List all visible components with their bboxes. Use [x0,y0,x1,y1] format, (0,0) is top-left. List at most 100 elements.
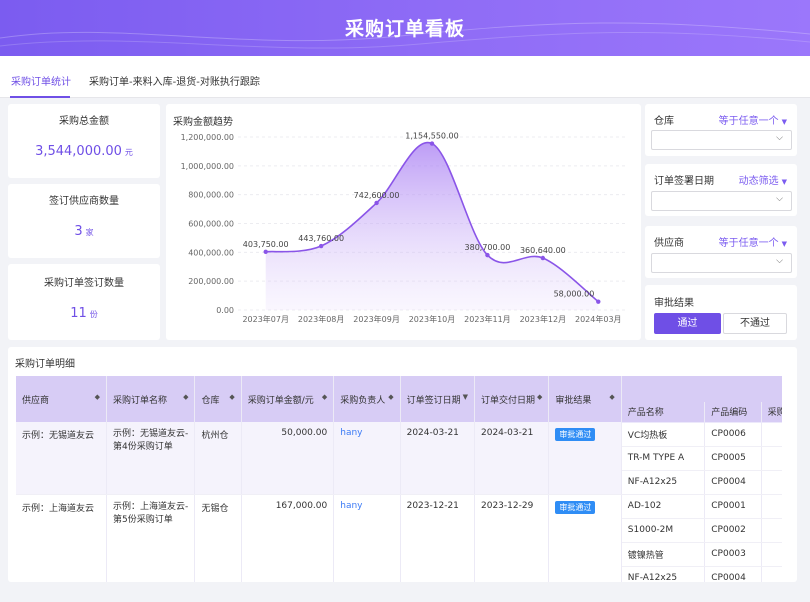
header-supplier[interactable]: 供应商 ◆ [16,376,107,422]
warehouse-select[interactable]: ⌵ [651,130,792,150]
data-point [374,200,379,206]
cell-owner: hany [333,494,401,582]
chevron-down-icon: ⌵ [776,194,783,204]
trend-chart: 0.00 200,000.00 400,000.00 600,000.00 800,00… [181,132,626,324]
sort-icon: ◆ [537,392,543,401]
cell-purchase-extra [761,470,782,495]
filter-warehouse: 仓库 等于任意一个 ▼ ⌵ [645,104,797,156]
header-label: 采购订单名称 [113,395,168,406]
cell-delivery-date: 2024-03-21 [474,422,550,495]
x-tick-label: 2024年03月 [575,314,622,324]
kpi-label: 采购订单签订数量 [44,278,124,289]
cell-product-code: CP0004 [704,470,762,495]
cell-product-code: CP0004 [704,566,762,582]
kpi-unit: 份 [89,310,98,319]
data-point [540,255,546,261]
kpi-card-total-amount: 采购总金额 3,544,000.00 元 [8,104,160,178]
kpi-label: 采购总金额 [59,116,109,127]
kpi-label: 签订供应商数量 [49,196,119,207]
kpi-value: 11 份 [8,306,160,321]
tab-execution-tracking[interactable]: 采购订单-来料入库-退货-对账执行跟踪 [89,73,260,88]
owner-link[interactable]: hany [340,428,362,438]
x-tick-label: 2023年08月 [298,314,345,324]
trend-area [265,142,599,310]
data-point [596,299,601,304]
sign-date-select[interactable]: ⌵ [651,191,792,211]
x-tick-label: 2023年07月 [242,314,289,324]
header-label: 审批结果 [555,395,592,406]
kpi-number: 3,544,000.00 [35,144,122,159]
kpi-card-supplier-count: 签订供应商数量 3家 [8,184,160,258]
filter-operator-dropdown[interactable]: 动态筛选 ▼ [739,172,787,187]
sort-icon: ◆ [609,392,615,401]
data-point [318,243,324,249]
filter-label: 仓库 [654,116,674,127]
y-tick-label: 400,000.00 [188,248,234,257]
header-label: 采购负责人 [340,395,386,406]
active-tab-indicator [10,96,70,98]
header-label: 订单签订日期 [406,395,461,406]
x-tick-label: 2023年10月 [409,314,456,324]
data-label: 443,760.00 [298,234,344,243]
filter-operator-dropdown[interactable]: 等于任意一个 ▼ [719,234,787,249]
caret-down-icon: ▼ [781,178,787,186]
header-label: 供应商 [22,395,50,406]
header-amount[interactable]: 采购订单金额/元 ◆ [241,376,335,422]
y-tick-label: 1,000,000.00 [181,162,234,171]
header-owner[interactable]: 采购负责人 ◆ [333,376,401,422]
cell-sign-date: 2024-03-21 [400,422,476,495]
cell-product-code: CP0002 [704,518,762,543]
y-tick-label: 200,000.00 [188,277,234,286]
cell-product-name: AD-102 [621,494,706,519]
approval-pass-button[interactable]: 通过 [654,313,721,334]
data-label: 360,640.00 [520,246,566,255]
filter-operator-dropdown[interactable]: 等于任意一个 ▼ [719,112,787,127]
supplier-select[interactable]: ⌵ [651,253,792,273]
cell-purchase-extra [761,518,782,543]
detail-title: 采购订单明细 [15,359,75,370]
tab-purchase-stats[interactable]: 采购订单统计 [11,73,71,88]
cell-supplier: 示例：无锡道友云 [16,422,107,495]
page-title: 采购订单看板 [344,18,465,40]
cell-delivery-date: 2023-12-29 [474,494,550,582]
filter-operator-text: 等于任意一个 [718,238,779,249]
header-order-name[interactable]: 采购订单名称 ◆ [106,376,196,422]
cell-purchase-extra [761,566,782,582]
status-badge: 审批通过 [555,428,596,441]
owner-link[interactable]: hany [340,501,362,511]
header-warehouse[interactable]: 仓库 ◆ [194,376,242,422]
cell-product-name: VC均热板 [621,422,706,447]
y-tick-label: 600,000.00 [188,220,234,229]
x-tick-label: 2023年12月 [520,314,567,324]
sort-icon: ◆ [388,392,394,401]
cell-product-code: CP0006 [704,422,762,447]
header-label: 订单交付日期 [481,395,536,406]
data-label: 1,154,550.00 [405,132,458,141]
caret-down-icon: ▼ [781,240,787,248]
header-delivery-date[interactable]: 订单交付日期 ◆ [474,376,550,422]
cell-product-code: CP0005 [704,446,762,471]
approval-fail-button[interactable]: 不通过 [723,313,787,334]
header-product-name: 产品名称 [621,402,706,423]
sort-icon: ◆ [183,392,189,401]
filter-operator-text: 等于任意一个 [718,116,779,127]
cell-order-name: 示例：无锡道友云-第4份采购订单 [106,422,196,495]
filter-label: 订单签署日期 [654,176,714,187]
cell-product-name: NF-A12x25 [621,470,706,495]
header-sign-date[interactable]: 订单签订日期 ▼ [400,376,476,422]
cell-warehouse: 杭州仓 [194,422,242,495]
table-row[interactable]: 示例：上海道友云 示例：上海道友云-第5份采购订单 无锡仓 167,000.00… [16,494,782,582]
cell-product-name: NF-A12x25 [621,566,706,582]
header-status[interactable]: 审批结果 ◆ [548,376,622,422]
kpi-value: 3家 [8,224,160,239]
table-row[interactable]: 示例：无锡道友云 示例：无锡道友云-第4份采购订单 杭州仓 50,000.00 … [16,422,782,495]
cell-amount: 167,000.00 [241,494,335,582]
order-detail-table-wrap[interactable]: 供应商 ◆ 采购订单名称 ◆ 仓库 ◆ 采购订单金额/元 ◆ 采购负责人 ◆ 订单签订日期… [16,376,782,582]
sort-icon: ◆ [321,392,328,401]
data-point [485,252,490,258]
cell-product-code: CP0001 [704,494,762,519]
kpi-card-order-count: 采购订单签订数量 11 份 [8,264,160,340]
data-label: 58,000.00 [554,290,595,299]
cell-product-name: 镀镍热管 [621,542,706,567]
kpi-unit: 家 [85,228,94,237]
